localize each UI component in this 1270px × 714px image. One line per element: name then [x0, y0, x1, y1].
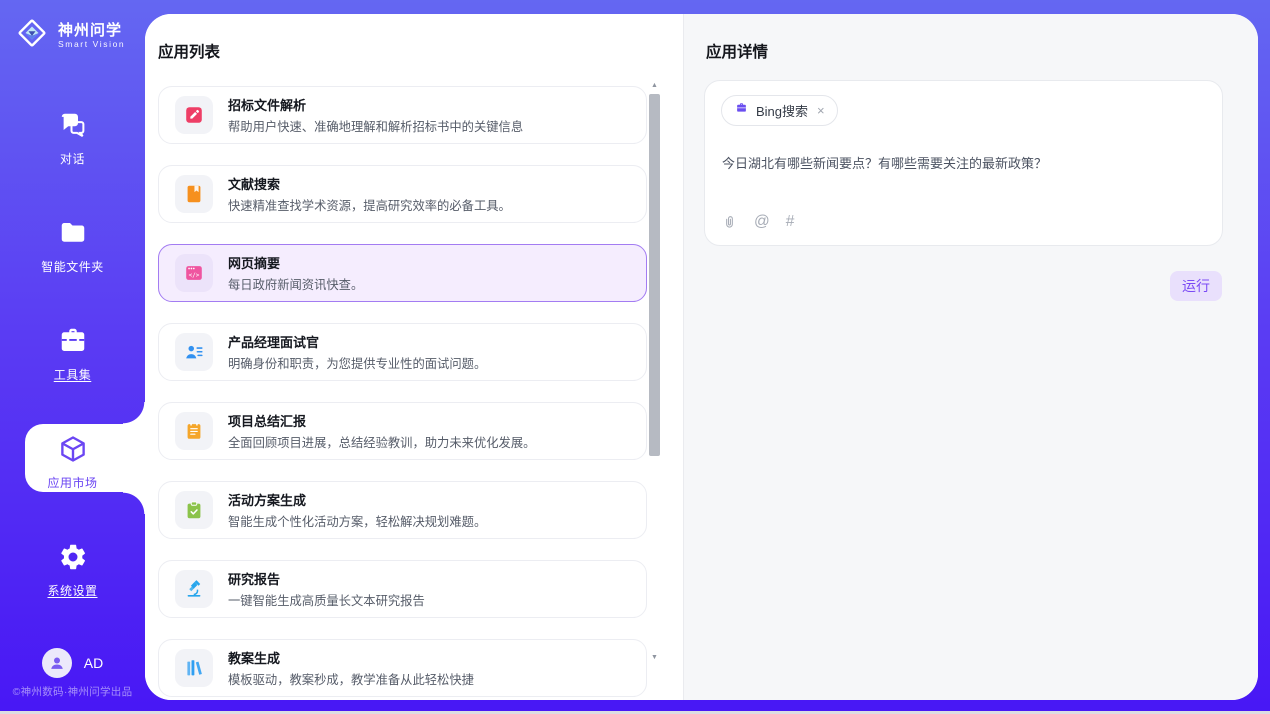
sidebar-item-label: 对话: [0, 150, 145, 167]
person-list-icon: [175, 333, 213, 371]
app-card[interactable]: </> 网页摘要每日政府新闻资讯快查。: [158, 244, 647, 302]
sidebar: 神州问学 Smart Vision 对话智能文件夹工具集应用市场系统设置 AD …: [0, 0, 145, 714]
app-card[interactable]: 产品经理面试官明确身份和职责，为您提供专业性的面试问题。: [158, 323, 647, 381]
book-icon: [175, 175, 213, 213]
app-card[interactable]: 文献搜索快速精准查找学术资源，提高研究效率的必备工具。: [158, 165, 647, 223]
sidebar-item-label: 智能文件夹: [0, 258, 145, 275]
app-card-description: 每日政府新闻资讯快查。: [228, 275, 363, 293]
scrollbar: ▲ ▼: [648, 80, 661, 692]
scrollbar-thumb[interactable]: [649, 94, 660, 456]
chat-icon: [58, 110, 88, 140]
main-panel: 应用列表 招标文件解析帮助用户快速、准确地理解和解析招标书中的关键信息文献搜索快…: [145, 14, 1258, 700]
app-card-description: 智能生成个性化活动方案，轻松解决规划难题。: [228, 512, 486, 530]
sidebar-item-folders[interactable]: 智能文件夹: [0, 218, 145, 275]
user-initials: AD: [84, 655, 103, 671]
run-button[interactable]: 运行: [1170, 271, 1222, 301]
sidebar-item-label: 系统设置: [0, 582, 145, 599]
query-input-text[interactable]: 今日湖北有哪些新闻要点？有哪些需要关注的最新政策？: [722, 153, 1206, 172]
sidebar-item-tools[interactable]: 工具集: [0, 326, 145, 383]
app-list-title: 应用列表: [158, 40, 220, 62]
sidebar-item-market[interactable]: 应用市场: [0, 434, 145, 491]
books-icon: [175, 649, 213, 687]
app-card-title: 研究报告: [228, 569, 425, 588]
app-card-title: 产品经理面试官: [228, 332, 486, 351]
app-logo: 神州问学 Smart Vision: [14, 15, 125, 56]
tool-tag-bing[interactable]: Bing搜索 ×: [721, 95, 838, 126]
app-detail-section: 应用详情 Bing搜索 × 今日湖北有哪些新闻要点？有哪些需要关注的最新政策？ …: [683, 14, 1258, 700]
app-card-description: 明确身份和职责，为您提供专业性的面试问题。: [228, 354, 486, 372]
brand-name: 神州问学: [58, 22, 125, 39]
sidebar-item-chat[interactable]: 对话: [0, 110, 145, 167]
app-card[interactable]: 教案生成模板驱动，教案秒成，教学准备从此轻松快捷: [158, 639, 647, 697]
app-card-title: 活动方案生成: [228, 490, 486, 509]
app-card-description: 全面回顾项目进展，总结经验教训，助力未来优化发展。: [228, 433, 535, 451]
app-card-description: 快速精准查找学术资源，提高研究效率的必备工具。: [228, 196, 511, 214]
notepad-icon: [175, 412, 213, 450]
svg-text:</>: </>: [189, 272, 200, 279]
brand-subtitle: Smart Vision: [58, 39, 125, 49]
query-composer[interactable]: Bing搜索 × 今日湖北有哪些新闻要点？有哪些需要关注的最新政策？ @ #: [704, 80, 1223, 246]
toolbox-icon: [58, 326, 88, 356]
app-card-title: 招标文件解析: [228, 95, 523, 114]
copyright: ©神州数码·神州问学出品: [0, 684, 145, 699]
hash-icon[interactable]: #: [786, 213, 795, 231]
app-card[interactable]: 活动方案生成智能生成个性化活动方案，轻松解决规划难题。: [158, 481, 647, 539]
app-card-title: 网页摘要: [228, 253, 363, 272]
app-list-section: 应用列表 招标文件解析帮助用户快速、准确地理解和解析招标书中的关键信息文献搜索快…: [145, 14, 683, 700]
app-card-description: 模板驱动，教案秒成，教学准备从此轻松快捷: [228, 670, 474, 688]
tool-tag-label: Bing搜索: [756, 101, 808, 120]
app-card[interactable]: 研究报告一键智能生成高质量长文本研究报告: [158, 560, 647, 618]
mention-at-icon[interactable]: @: [754, 213, 770, 231]
app-card-title: 教案生成: [228, 648, 474, 667]
composer-toolbar: @ #: [721, 213, 794, 231]
scroll-up-arrow-icon[interactable]: ▲: [648, 80, 661, 92]
cube-icon: [58, 434, 88, 464]
app-detail-title: 应用详情: [706, 40, 768, 62]
app-card-description: 帮助用户快速、准确地理解和解析招标书中的关键信息: [228, 117, 523, 135]
clipboard-check-icon: [175, 491, 213, 529]
gear-icon: [58, 542, 88, 572]
app-card-list: 招标文件解析帮助用户快速、准确地理解和解析招标书中的关键信息文献搜索快速精准查找…: [158, 86, 647, 700]
microscope-icon: [175, 570, 213, 608]
app-card-description: 一键智能生成高质量长文本研究报告: [228, 591, 425, 609]
scroll-down-arrow-icon[interactable]: ▼: [648, 652, 661, 664]
close-icon[interactable]: ×: [817, 104, 825, 117]
doc-pen-icon: [175, 96, 213, 134]
app-card[interactable]: 招标文件解析帮助用户快速、准确地理解和解析招标书中的关键信息: [158, 86, 647, 144]
app-card[interactable]: 项目总结汇报全面回顾项目进展，总结经验教训，助力未来优化发展。: [158, 402, 647, 460]
diamond-logo-icon: [14, 15, 50, 56]
sidebar-item-label: 工具集: [0, 366, 145, 383]
sidebar-item-label: 应用市场: [0, 474, 145, 491]
app-card-title: 项目总结汇报: [228, 411, 535, 430]
avatar: [42, 648, 72, 678]
app-card-title: 文献搜索: [228, 174, 511, 193]
briefcase-icon: [734, 101, 749, 121]
browser-code-icon: </>: [175, 254, 213, 292]
sidebar-item-settings[interactable]: 系统设置: [0, 542, 145, 599]
user-profile[interactable]: AD: [0, 648, 145, 678]
paperclip-icon[interactable]: [721, 214, 738, 231]
folder-icon: [58, 218, 88, 248]
